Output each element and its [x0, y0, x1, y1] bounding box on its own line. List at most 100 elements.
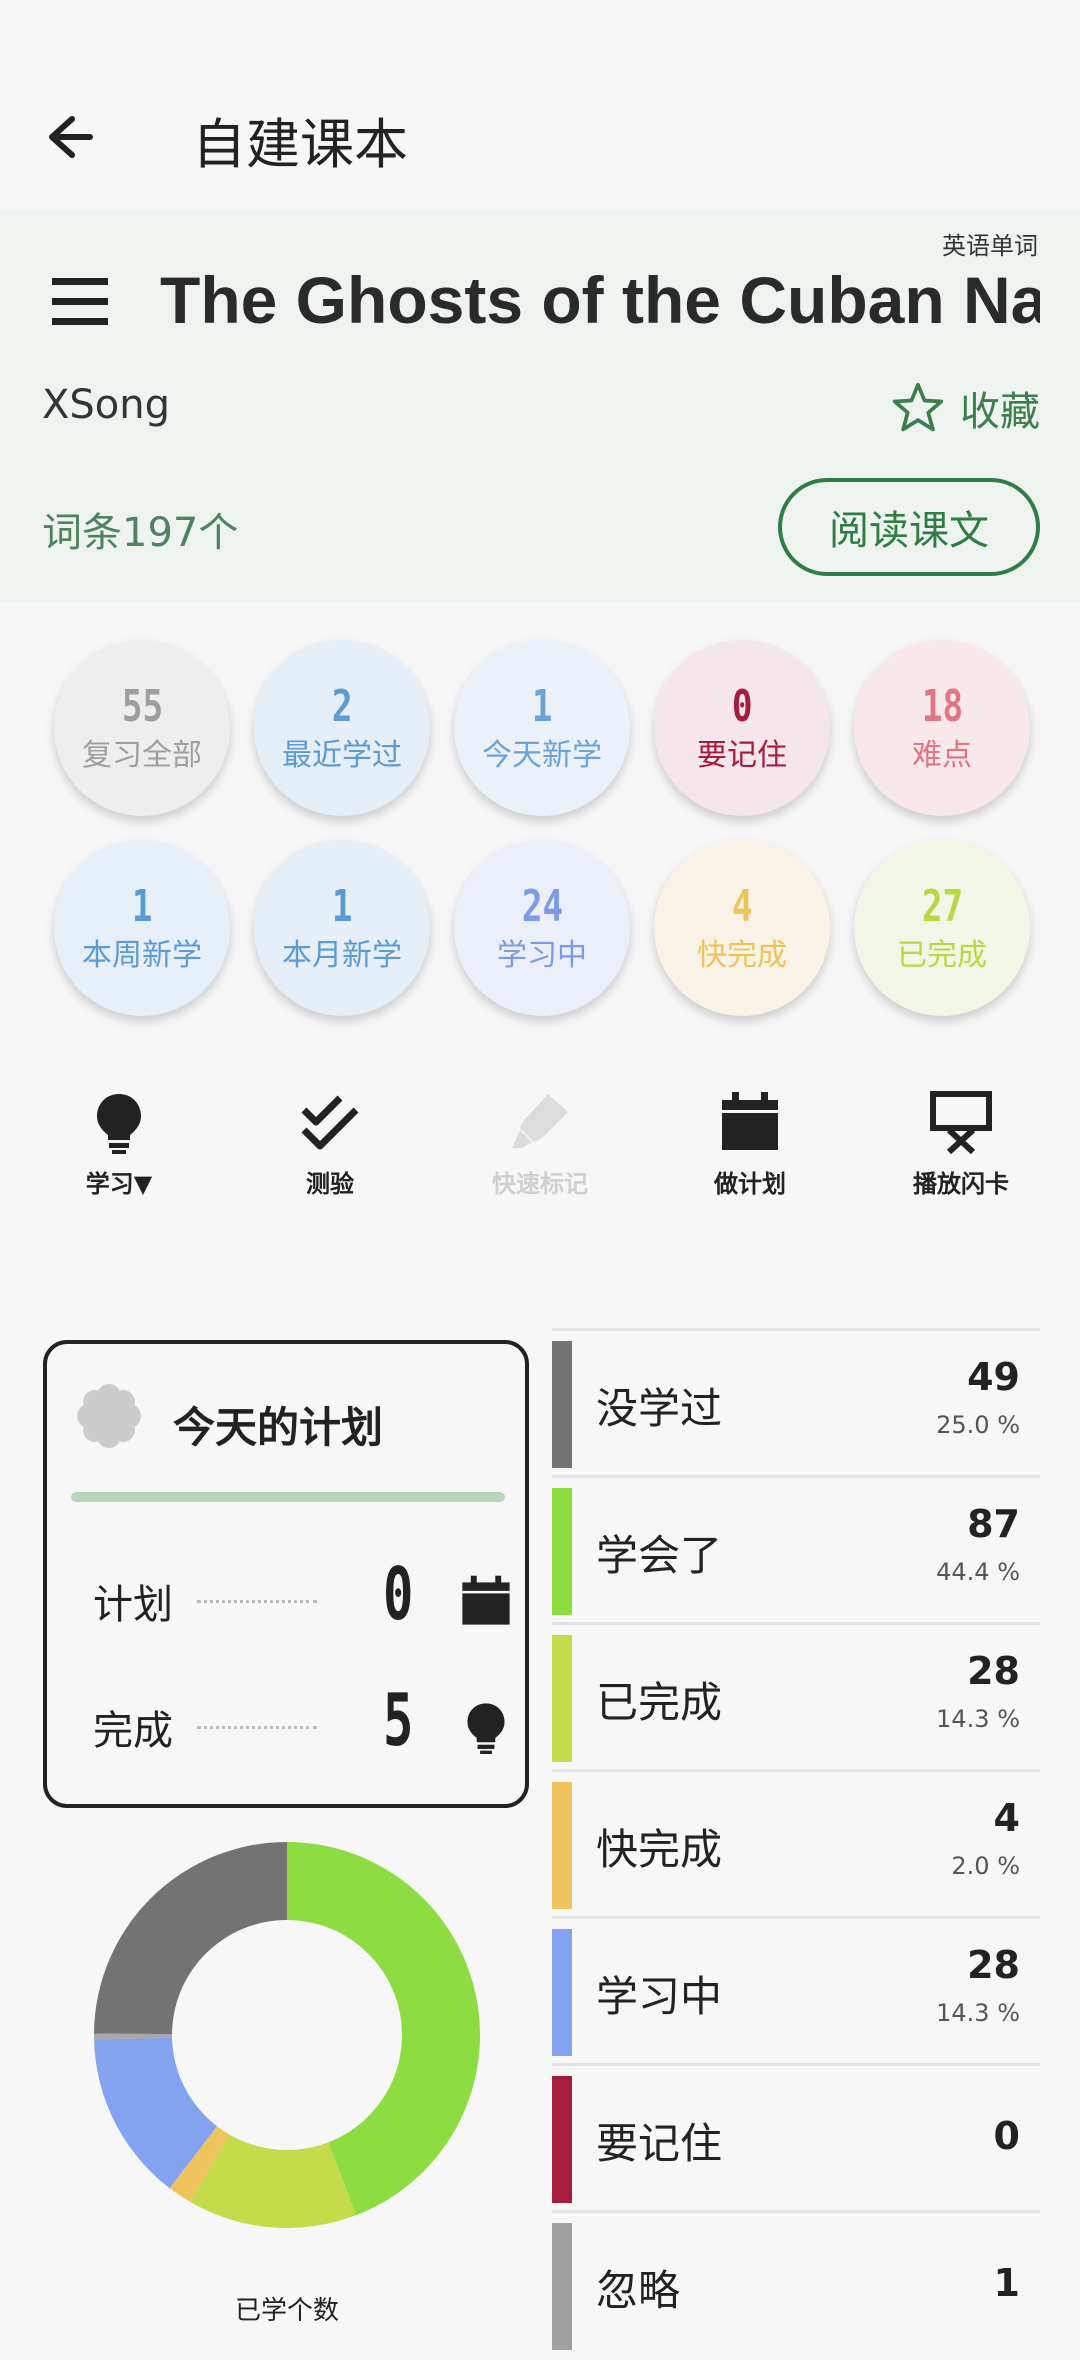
status-count: 49 — [967, 1355, 1020, 1399]
make-plan-label: 做计划 — [714, 1170, 786, 1198]
status-row[interactable]: 没学过 49 25.0 % — [552, 1328, 1040, 1478]
lightbulb-icon[interactable] — [459, 1700, 513, 1754]
circle-count: 18 — [921, 681, 963, 732]
book-title: The Ghosts of the Cuban Nation — [160, 263, 1040, 337]
dotted-leader — [197, 1600, 317, 1603]
category-circle[interactable]: 1 本月新学 — [254, 840, 430, 1016]
star-icon — [892, 382, 944, 432]
status-row[interactable]: 忽略 1 — [552, 2210, 1040, 2360]
category-circle[interactable]: 27 已完成 — [854, 840, 1030, 1016]
circle-label: 本月新学 — [282, 938, 402, 973]
status-percent: 44.4 % — [936, 1558, 1020, 1586]
status-count: 1 — [993, 2261, 1020, 2305]
flashcard-button[interactable]: 播放闪卡 — [876, 1090, 1046, 1199]
study-button[interactable]: 学习▼ — [34, 1090, 204, 1199]
circle-count: 4 — [731, 881, 753, 932]
app-bar: 自建课本 — [0, 0, 1080, 210]
circle-label: 要记住 — [697, 738, 787, 773]
dotted-leader — [197, 1726, 317, 1729]
status-row[interactable]: 学会了 87 44.4 % — [552, 1475, 1040, 1625]
circle-label: 复习全部 — [82, 738, 202, 773]
status-row[interactable]: 要记住 0 — [552, 2063, 1040, 2213]
favorite-label: 收藏 — [960, 389, 1040, 435]
status-name: 要记住 — [596, 2119, 723, 2168]
circle-count: 24 — [521, 881, 563, 932]
status-name: 学会了 — [596, 1531, 723, 1580]
circle-label: 快完成 — [697, 938, 787, 973]
status-color-bar — [552, 2076, 572, 2203]
category-circle[interactable]: 2 最近学过 — [254, 640, 430, 816]
plan-row: 计划 0 — [93, 1552, 510, 1642]
circle-count: 1 — [531, 681, 553, 732]
status-count: 4 — [993, 1796, 1020, 1840]
study-label: 学习▼ — [85, 1170, 153, 1198]
menu-icon[interactable] — [50, 276, 114, 328]
category-circle[interactable]: 18 难点 — [854, 640, 1030, 816]
status-count: 28 — [967, 1943, 1020, 1987]
page-title: 自建课本 — [192, 113, 408, 176]
status-count: 87 — [967, 1502, 1020, 1546]
status-percent: 25.0 % — [936, 1411, 1020, 1439]
status-name: 快完成 — [596, 1825, 723, 1874]
circle-count: 1 — [131, 881, 153, 932]
category-circle[interactable]: 4 快完成 — [654, 840, 830, 1016]
flower-icon — [77, 1384, 141, 1448]
status-row[interactable]: 已完成 28 14.3 % — [552, 1622, 1040, 1772]
circle-count: 0 — [731, 681, 753, 732]
status-name: 学习中 — [596, 1972, 723, 2021]
word-count: 词条197个 — [42, 510, 239, 556]
done-value: 5 — [383, 1678, 414, 1762]
chart-title: 已学个数 — [234, 2296, 339, 2326]
action-toolbar: 学习▼ 测验 快速标记 做计划 播放闪卡 — [0, 1090, 1080, 1210]
favorite-button[interactable]: 收藏 — [890, 378, 1040, 438]
status-name: 已完成 — [596, 1678, 723, 1727]
flashcard-label: 播放闪卡 — [913, 1170, 1009, 1198]
quiz-button[interactable]: 测验 — [245, 1090, 415, 1199]
status-percent: 14.3 % — [936, 1705, 1020, 1733]
plan-progress-bar — [71, 1492, 505, 1502]
status-color-bar — [552, 1341, 572, 1468]
plan-value: 0 — [383, 1552, 414, 1636]
calendar-icon[interactable] — [459, 1574, 513, 1628]
circle-label: 今天新学 — [482, 738, 602, 773]
quiz-label: 测验 — [306, 1170, 354, 1198]
status-row[interactable]: 快完成 4 2.0 % — [552, 1769, 1040, 1919]
status-color-bar — [552, 1488, 572, 1615]
double-check-icon — [301, 1095, 359, 1150]
circle-label: 本周新学 — [82, 938, 202, 973]
category-circle[interactable]: 55 复习全部 — [54, 640, 230, 816]
status-percent: 2.0 % — [951, 1852, 1020, 1880]
language-tag: 英语单词 — [942, 232, 1038, 260]
circle-label: 学习中 — [497, 938, 587, 973]
status-color-bar — [552, 1635, 572, 1762]
today-plan-card: 今天的计划 计划 0 完成 5 — [43, 1340, 529, 1808]
presentation-icon — [930, 1091, 992, 1154]
plan-title: 今天的计划 — [173, 1403, 384, 1452]
calendar-icon — [722, 1092, 778, 1150]
highlighter-icon — [512, 1094, 568, 1148]
category-circle[interactable]: 0 要记住 — [654, 640, 830, 816]
read-text-button[interactable]: 阅读课文 — [778, 478, 1040, 576]
status-color-bar — [552, 2223, 572, 2350]
category-circle[interactable]: 1 今天新学 — [454, 640, 630, 816]
done-row: 完成 5 — [93, 1678, 505, 1768]
category-circle[interactable]: 1 本周新学 — [54, 840, 230, 1016]
make-plan-button[interactable]: 做计划 — [665, 1090, 835, 1199]
status-color-bar — [552, 1929, 572, 2056]
back-arrow-icon[interactable] — [40, 105, 104, 169]
author-name: XSong — [42, 382, 171, 428]
circle-count: 1 — [331, 881, 353, 932]
plan-label: 计划 — [93, 1582, 173, 1628]
done-label: 完成 — [93, 1708, 173, 1754]
status-row[interactable]: 学习中 28 14.3 % — [552, 1916, 1040, 2066]
circle-count: 55 — [121, 681, 163, 732]
circle-label: 难点 — [912, 738, 972, 773]
status-name: 没学过 — [596, 1384, 723, 1433]
circle-count: 27 — [921, 881, 963, 932]
circle-count: 2 — [331, 681, 353, 732]
learned-donut-chart — [94, 1842, 480, 2228]
category-circle[interactable]: 24 学习中 — [454, 840, 630, 1016]
book-header: 英语单词 The Ghosts of the Cuban Nation XSon… — [0, 210, 1080, 602]
status-color-bar — [552, 1782, 572, 1909]
circle-label: 已完成 — [897, 938, 987, 973]
